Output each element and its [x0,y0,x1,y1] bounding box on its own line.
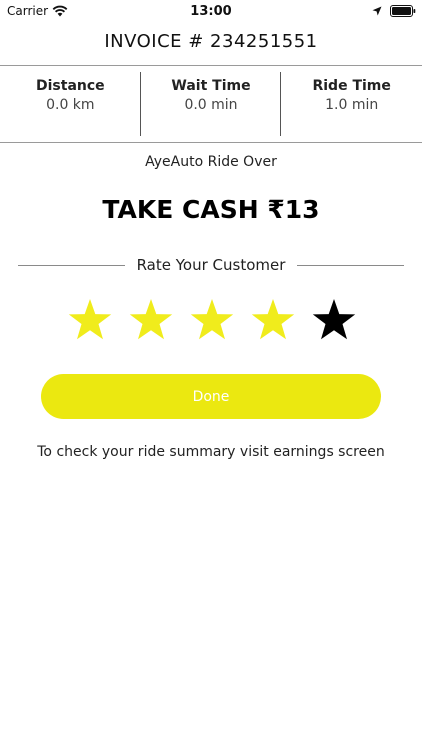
invoice-title: INVOICE # 234251551 [104,31,318,52]
ride-status: AyeAuto Ride Over [145,154,277,170]
star-icon[interactable] [66,297,114,345]
star-icon[interactable] [127,297,175,345]
star-rating [66,297,358,345]
divider-line [18,264,125,266]
location-arrow-icon [372,6,382,16]
battery-icon [390,5,416,17]
divider-line [297,264,405,266]
stat-distance: Distance 0.0 km [0,66,141,142]
stat-value: 0.0 km [46,97,95,113]
stat-ride-time: Ride Time 1.0 min [281,66,422,142]
ride-summary-hint: To check your ride summary visit earning… [37,444,385,460]
star-icon[interactable] [310,297,358,345]
stat-value: 1.0 min [325,97,379,113]
star-icon[interactable] [249,297,297,345]
stat-wait-time: Wait Time 0.0 min [141,66,282,142]
ride-stats: Distance 0.0 km Wait Time 0.0 min Ride T… [0,65,422,143]
stat-label: Wait Time [171,78,251,94]
rating-heading-row: Rate Your Customer [18,255,405,275]
status-time: 13:00 [190,4,232,19]
rating-heading: Rate Your Customer [136,256,286,274]
cash-amount: TAKE CASH ₹13 [102,195,320,224]
stat-label: Distance [36,78,105,94]
done-button[interactable]: Done [41,374,381,419]
status-bar: Carrier 13:00 [0,0,422,22]
star-icon[interactable] [188,297,236,345]
stat-label: Ride Time [312,78,391,94]
stat-value: 0.0 min [184,97,238,113]
invoice-screen: Carrier 13:00 INVOICE # 234251551 Distan… [0,0,422,750]
